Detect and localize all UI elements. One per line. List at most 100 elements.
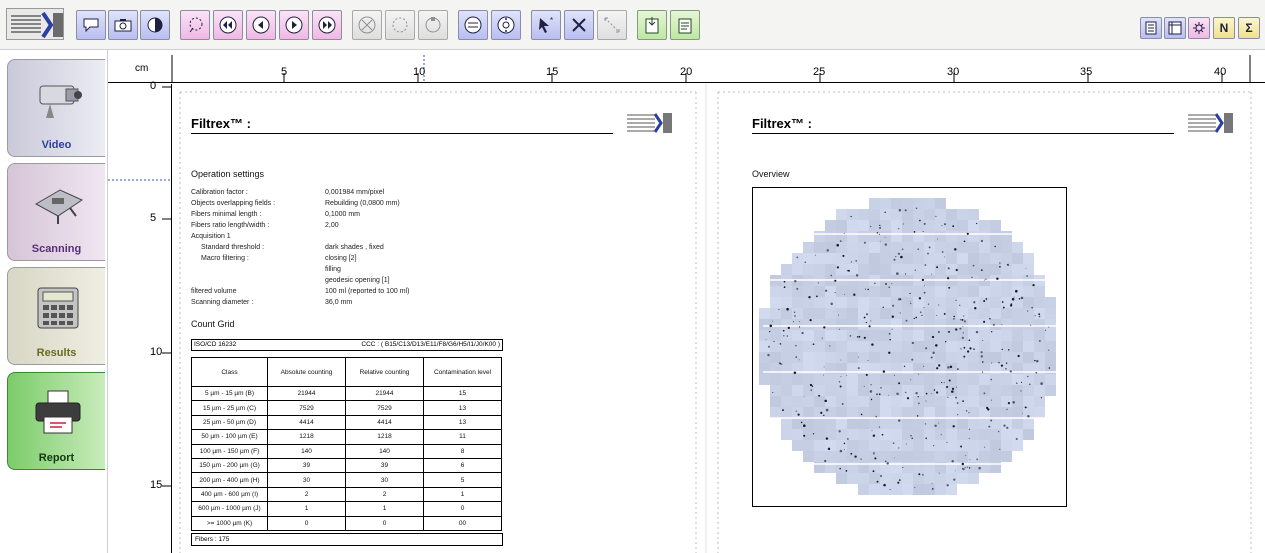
particle-dot <box>946 441 948 443</box>
particle-dot <box>824 399 827 403</box>
membrane-tile <box>1012 341 1023 352</box>
tab-video[interactable]: Video <box>7 59 105 157</box>
membrane-tile <box>913 253 924 264</box>
ruler-top-tick: 35 <box>1080 66 1093 78</box>
ruler-unit: cm <box>135 63 149 74</box>
particle-dot <box>902 467 904 468</box>
particle-dot <box>902 223 904 225</box>
particle-dot <box>968 428 971 431</box>
membrane-tile <box>803 451 814 462</box>
table-cell: 4414 <box>267 414 346 431</box>
particle-dot <box>823 326 826 329</box>
membrane-tile <box>836 374 847 385</box>
particle-dot <box>879 224 881 227</box>
membrane-tile <box>957 330 968 341</box>
rotate-icon[interactable] <box>418 10 448 40</box>
measure-icon[interactable] <box>597 10 627 40</box>
particle-dot <box>905 273 907 275</box>
particle-dot <box>906 397 910 400</box>
circle-icon[interactable] <box>385 10 415 40</box>
setting-value: Rebuilding (0,0800 mm) <box>325 200 400 207</box>
export-icon[interactable] <box>637 10 667 40</box>
lasso-icon[interactable] <box>180 10 210 40</box>
printer-icon <box>35 390 81 434</box>
settings-icon[interactable] <box>1188 17 1210 39</box>
membrane-tile <box>1034 396 1045 407</box>
tab-report-label: Report <box>38 452 75 464</box>
ruler-icon[interactable] <box>1164 17 1186 39</box>
ruler-top-tick: 40 <box>1214 66 1227 78</box>
tab-report[interactable]: Report <box>7 372 105 470</box>
membrane-tile <box>836 209 847 220</box>
particle-dot <box>943 382 945 384</box>
loop-icon[interactable] <box>458 10 488 40</box>
particle-dot <box>914 487 916 489</box>
particle-dot <box>946 484 949 487</box>
particle-dot <box>947 277 950 280</box>
tab-scanning[interactable]: Scanning <box>7 163 105 261</box>
membrane-tile <box>869 374 880 385</box>
target-icon[interactable] <box>491 10 521 40</box>
n-button[interactable]: N <box>1213 17 1235 39</box>
sigma-button[interactable]: Σ <box>1238 17 1260 39</box>
cross-icon[interactable] <box>564 10 594 40</box>
membrane-tile <box>913 264 924 275</box>
membrane-tile <box>891 319 902 330</box>
membrane-tile <box>924 396 935 407</box>
tab-results[interactable]: Results <box>7 267 105 365</box>
membrane-tile <box>847 473 858 484</box>
membrane-tile <box>814 407 825 418</box>
particle-dot <box>980 269 983 271</box>
particle-dot <box>937 238 938 240</box>
particle-dot <box>879 226 882 229</box>
particle-dot <box>871 430 873 432</box>
next-icon[interactable] <box>279 10 309 40</box>
membrane-tile <box>880 407 891 418</box>
first-icon[interactable] <box>213 10 243 40</box>
particle-dot <box>857 367 860 370</box>
previous-icon[interactable] <box>246 10 276 40</box>
setting-value: 0,1000 mm <box>325 211 361 218</box>
membrane-tile <box>946 253 957 264</box>
setting-label: Fibers ratio length/width : <box>191 222 270 229</box>
particle-dot <box>878 393 881 396</box>
particle-dot <box>850 261 852 263</box>
membrane-tile <box>814 319 825 330</box>
count-grid-header: ISO/CD 16232 CCC : ( B15/C13/D13/E11/F8/… <box>191 339 503 351</box>
membrane-tile <box>902 319 913 330</box>
particle-dot <box>917 396 919 398</box>
particle-dot <box>968 412 970 414</box>
particle-dot <box>820 411 823 414</box>
particle-dot <box>824 289 828 292</box>
particle-dot <box>1007 402 1010 405</box>
particle-dot <box>994 245 996 248</box>
setting-label: filtered volume <box>191 288 237 295</box>
save-icon[interactable] <box>670 10 700 40</box>
comment-icon[interactable] <box>76 10 106 40</box>
particle-dot <box>999 448 1001 451</box>
pointer-icon[interactable]: * <box>531 10 561 40</box>
membrane-tile <box>902 297 913 308</box>
particle-dot <box>953 315 956 318</box>
membrane-tile <box>1023 253 1034 264</box>
particle-dot <box>1018 298 1021 300</box>
camera-icon[interactable] <box>108 10 138 40</box>
membrane-tile <box>858 440 869 451</box>
particle-dot <box>924 264 927 266</box>
particle-dot <box>858 356 859 358</box>
particle-dot <box>951 459 954 463</box>
contrast-icon[interactable] <box>140 10 170 40</box>
particle-dot <box>924 423 927 425</box>
membrane-tile <box>957 341 968 352</box>
membrane-tile <box>968 253 979 264</box>
particle-dot <box>863 336 866 339</box>
membrane-tile <box>990 253 1001 264</box>
cancel-x-icon[interactable] <box>352 10 382 40</box>
membrane-tile <box>990 352 1001 363</box>
particle-dot <box>839 449 843 453</box>
particle-dot <box>973 348 975 351</box>
particle-dot <box>930 393 932 395</box>
membrane-tile <box>869 440 880 451</box>
page-icon[interactable] <box>1140 17 1162 39</box>
last-icon[interactable] <box>312 10 342 40</box>
